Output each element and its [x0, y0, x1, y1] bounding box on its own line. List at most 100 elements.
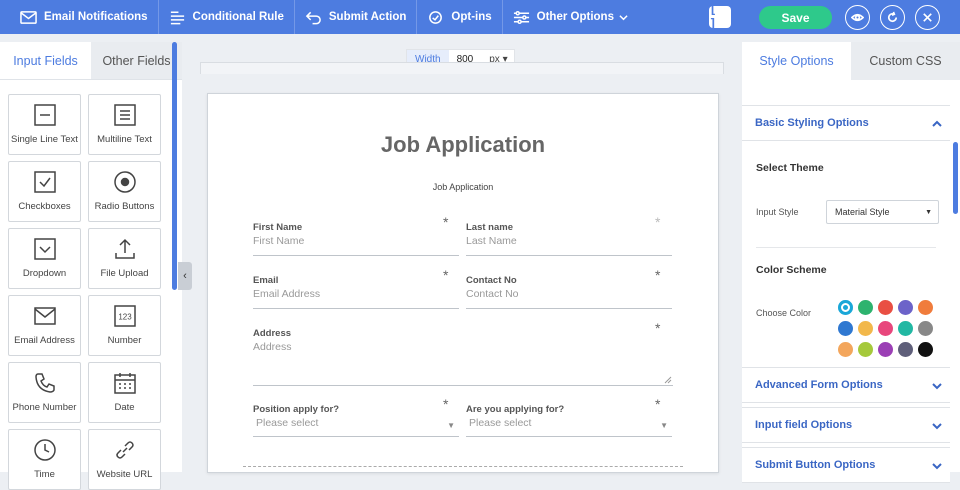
resize-handle-icon[interactable] — [664, 376, 672, 384]
form-title[interactable]: Job Application — [208, 132, 718, 158]
field-number[interactable]: 123 Number — [88, 295, 161, 356]
field-multiline-text[interactable]: Multiline Text — [88, 94, 161, 155]
chevron-down-icon — [932, 383, 942, 390]
color-swatch[interactable] — [858, 300, 873, 315]
field-time[interactable]: Time — [8, 429, 81, 490]
envelope-icon — [33, 307, 56, 325]
position-select[interactable]: Position apply for? Please select ▼ — [253, 404, 459, 437]
field-label: Date — [114, 402, 135, 413]
field-label: Multiline Text — [97, 134, 152, 145]
field-label: Are you applying for? — [466, 404, 565, 415]
field-palette: Single Line Text Multiline Text Checkbox… — [8, 94, 166, 490]
tab-other-fields[interactable]: Other Fields — [91, 42, 182, 79]
color-swatch[interactable] — [858, 342, 873, 357]
required-mark: * — [655, 214, 661, 230]
collapse-panel-button[interactable]: ‹ — [178, 262, 192, 290]
tab-style-options[interactable]: Style Options — [742, 42, 851, 80]
color-swatch[interactable] — [858, 321, 873, 336]
color-swatch[interactable] — [838, 342, 853, 357]
field-website-url[interactable]: Website URL — [88, 429, 161, 490]
field-label: Phone Number — [12, 402, 77, 413]
email-notifications-button[interactable]: Email Notifications — [0, 0, 159, 34]
chevron-down-icon — [932, 463, 942, 470]
first-name-field[interactable]: First Name First Name — [253, 222, 459, 256]
color-swatch[interactable] — [838, 300, 853, 315]
field-label: Email Address — [14, 335, 75, 346]
input-field-options-section[interactable]: Input field Options — [742, 407, 950, 443]
color-swatch[interactable] — [898, 300, 913, 315]
advanced-form-options-section[interactable]: Advanced Form Options — [742, 367, 950, 403]
color-swatch[interactable] — [878, 342, 893, 357]
close-button[interactable] — [915, 5, 940, 30]
link-icon — [115, 441, 134, 459]
opt-ins-button[interactable]: Opt-ins — [417, 0, 503, 34]
color-swatch[interactable] — [878, 321, 893, 336]
dropdown-icon — [33, 238, 56, 260]
field-label: Last name — [466, 222, 513, 233]
single-line-text-icon — [33, 104, 56, 126]
field-checkboxes[interactable]: Checkboxes — [8, 161, 81, 222]
drop-zone[interactable] — [243, 466, 683, 472]
color-swatch[interactable] — [838, 321, 853, 336]
color-swatch[interactable] — [918, 321, 933, 336]
field-dropdown[interactable]: Dropdown — [8, 228, 81, 289]
close-icon — [923, 13, 932, 22]
save-button[interactable]: Save — [759, 6, 832, 29]
color-swatch[interactable] — [898, 342, 913, 357]
color-swatch[interactable] — [898, 321, 913, 336]
tab-input-fields[interactable]: Input Fields — [0, 42, 91, 79]
color-swatches — [838, 300, 933, 357]
field-email-address[interactable]: Email Address — [8, 295, 81, 356]
field-phone-number[interactable]: Phone Number — [8, 362, 81, 423]
field-file-upload[interactable]: File Upload — [88, 228, 161, 289]
fields-scrollbar[interactable] — [172, 42, 177, 290]
input-style-value: Material Style — [835, 207, 890, 217]
field-label: First Name — [253, 222, 303, 233]
submit-button-options-section[interactable]: Submit Button Options — [742, 447, 950, 483]
color-swatch[interactable] — [878, 300, 893, 315]
applying-for-select[interactable]: Are you applying for? Please select ▼ — [466, 404, 672, 437]
section-title: Advanced Form Options — [755, 379, 883, 391]
style-panel: Style Options Custom CSS Basic Styling O… — [742, 42, 960, 483]
field-date[interactable]: Date — [88, 362, 161, 423]
other-options-button[interactable]: Other Options — [503, 0, 638, 34]
basic-styling-section[interactable]: Basic Styling Options — [742, 105, 950, 141]
style-scrollbar[interactable] — [953, 142, 958, 214]
field-single-line-text[interactable]: Single Line Text — [8, 94, 81, 155]
last-name-field[interactable]: Last name Last Name — [466, 222, 672, 256]
conditional-rule-button[interactable]: Conditional Rule — [159, 0, 295, 34]
field-label: Website URL — [96, 469, 153, 480]
required-mark: * — [655, 396, 661, 412]
reply-icon — [305, 11, 321, 24]
submit-action-button[interactable]: Submit Action — [295, 0, 418, 34]
chevron-down-icon — [619, 14, 628, 20]
opt-ins-label: Opt-ins — [451, 11, 492, 23]
clock-icon — [33, 439, 56, 461]
form-description[interactable]: Job Application — [208, 182, 718, 192]
color-swatch[interactable] — [918, 300, 933, 315]
style-tabs: Style Options Custom CSS — [742, 42, 960, 80]
reset-button[interactable] — [880, 5, 905, 30]
contact-no-field[interactable]: Contact No Contact No — [466, 275, 672, 309]
rules-icon — [170, 11, 184, 24]
email-field[interactable]: Email Email Address — [253, 275, 459, 309]
input-style-select[interactable]: Material Style ▼ — [826, 200, 939, 224]
shortcode-button[interactable]: [ ] — [709, 2, 731, 32]
field-radio-buttons[interactable]: Radio Buttons — [88, 161, 161, 222]
refresh-icon — [888, 11, 898, 23]
other-options-label: Other Options — [536, 11, 614, 23]
color-swatch[interactable] — [918, 342, 933, 357]
top-toolbar: Email Notifications Conditional Rule Sub… — [0, 0, 960, 34]
preview-button[interactable] — [845, 5, 870, 30]
section-title: Input field Options — [755, 419, 853, 431]
tab-custom-css[interactable]: Custom CSS — [851, 42, 960, 80]
address-field[interactable]: Address Address — [253, 328, 673, 386]
select-theme-heading: Select Theme — [756, 162, 824, 174]
section-title: Basic Styling Options — [755, 117, 869, 129]
envelope-icon — [20, 10, 37, 24]
phone-icon — [34, 373, 55, 393]
field-label: Contact No — [466, 275, 517, 286]
required-mark: * — [655, 267, 661, 283]
submit-action-label: Submit Action — [328, 11, 407, 23]
field-placeholder: Contact No — [466, 288, 519, 300]
